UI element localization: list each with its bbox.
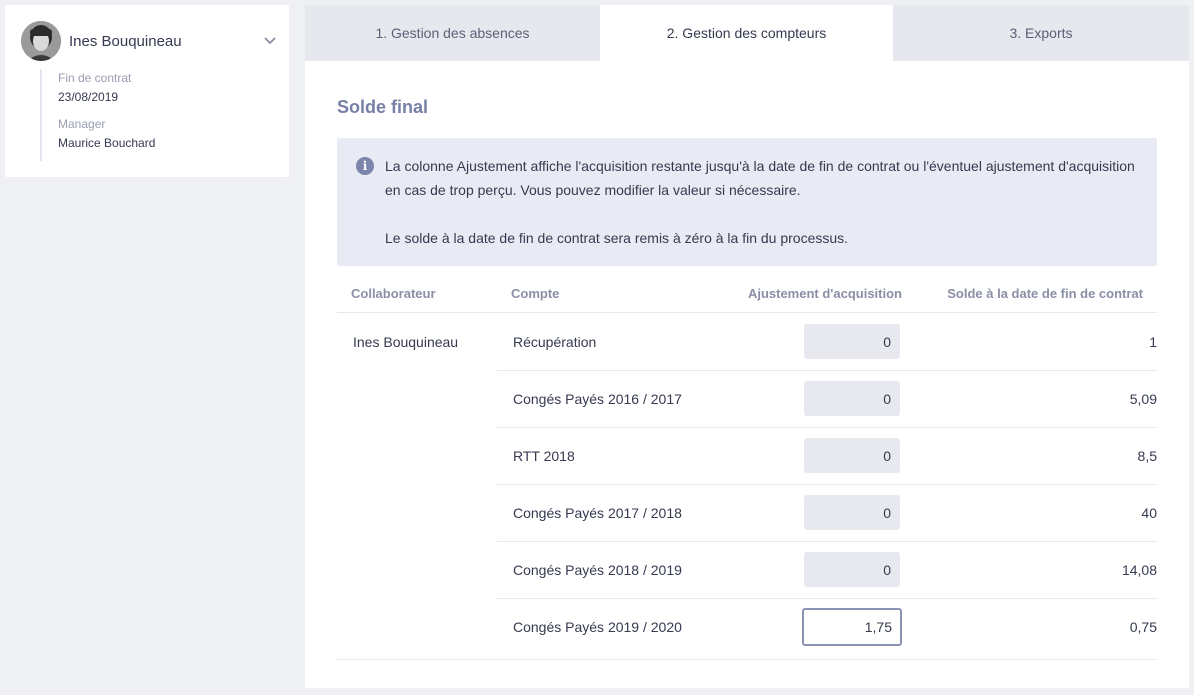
header-collaborateur: Collaborateur [351,286,436,301]
table-bottom-divider [337,659,1157,660]
compte-label: RTT 2018 [513,448,575,464]
employee-details: Fin de contrat 23/08/2019 Manager Mauric… [40,69,240,161]
ajustement-input[interactable] [802,608,902,646]
table-row: Congés Payés 2016 / 2017 5,09 [497,371,1157,428]
header-ajustement: Ajustement d'acquisition [747,286,902,301]
ajustement-input[interactable] [804,552,900,587]
compte-label: Congés Payés 2019 / 2020 [513,619,682,635]
chevron-down-icon[interactable] [263,33,277,47]
info-icon: i [356,157,374,175]
manager-label: Manager [58,117,106,131]
tab-bar: 1. Gestion des absences 2. Gestion des c… [305,5,1189,61]
info-paragraph: Le solde à la date de fin de contrat ser… [385,230,849,246]
ajustement-input[interactable] [804,381,900,416]
ajustement-input[interactable] [804,495,900,530]
contract-end-value: 23/08/2019 [58,90,119,104]
manager-value: Maurice Bouchard [58,136,156,150]
table-row: Congés Payés 2017 / 2018 40 [497,485,1157,542]
employee-name: Ines Bouquineau [69,33,182,50]
header-compte: Compte [511,286,560,301]
solde-value: 40 [1141,505,1157,521]
header-solde: Solde à la date de fin de contrat [947,286,1143,301]
solde-value: 14,08 [1121,562,1157,578]
table-row: Congés Payés 2018 / 2019 14,08 [497,542,1157,599]
compte-label: Congés Payés 2017 / 2018 [513,505,682,521]
solde-value: 8,5 [1137,448,1157,464]
solde-value: 1 [1149,334,1157,350]
compte-label: Congés Payés 2018 / 2019 [513,562,682,578]
tab-exports[interactable]: 3. Exports [893,5,1189,61]
ajustement-input[interactable] [804,438,900,473]
info-box: i La colonne Ajustement affiche l'acquis… [337,138,1157,266]
info-text: La colonne Ajustement affiche l'acquisit… [385,154,1145,250]
contract-end-label: Fin de contrat [58,71,132,85]
table-header: Collaborateur Compte Ajustement d'acquis… [337,275,1157,313]
balance-table: Collaborateur Compte Ajustement d'acquis… [337,275,1157,660]
table-row: Récupération 1 [497,314,1157,371]
section-title: Solde final [337,97,429,117]
table-row: Congés Payés 2019 / 2020 0,75 [497,599,1157,656]
avatar [21,21,61,61]
solde-value: 5,09 [1129,391,1157,407]
compte-label: Récupération [513,334,597,350]
main-panel: 1. Gestion des absences 2. Gestion des c… [305,5,1189,688]
collaborateur-name: Ines Bouquineau [353,334,459,350]
ajustement-input[interactable] [804,324,900,359]
compte-label: Congés Payés 2016 / 2017 [513,391,682,407]
tab-absences[interactable]: 1. Gestion des absences [305,5,600,61]
employee-card: Ines Bouquineau Fin de contrat 23/08/201… [5,5,289,177]
info-paragraph: La colonne Ajustement affiche l'acquisit… [385,158,1135,198]
tab-compteurs[interactable]: 2. Gestion des compteurs [600,5,893,61]
solde-value: 0,75 [1129,619,1157,635]
table-row: RTT 2018 8,5 [497,428,1157,485]
